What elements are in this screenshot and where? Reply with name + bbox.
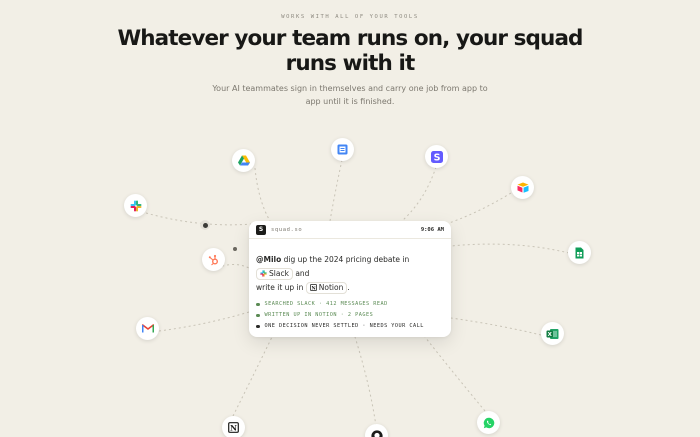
notion-icon: N xyxy=(309,284,317,291)
whatsapp-icon xyxy=(483,417,494,428)
status-dot xyxy=(256,302,260,307)
gmail-icon xyxy=(141,324,154,333)
excel-node[interactable]: X xyxy=(541,322,564,345)
mention[interactable]: @Milo xyxy=(256,255,281,264)
google-sheets-icon xyxy=(575,247,584,258)
slack-icon xyxy=(260,270,267,277)
google-drive-node[interactable] xyxy=(232,149,255,172)
google-calendar-icon xyxy=(337,144,348,155)
stripe-icon: S xyxy=(430,150,443,163)
github-icon xyxy=(370,429,383,437)
squad-logo: S xyxy=(256,224,266,235)
connector-lines xyxy=(145,159,570,427)
connector-line xyxy=(401,166,437,222)
status-text: WRITTEN UP IN NOTION · 2 PAGES xyxy=(264,312,374,318)
connector-line xyxy=(354,336,377,427)
slack-chip-label: Slack xyxy=(269,269,289,278)
connector-line xyxy=(329,159,343,222)
status-dot xyxy=(256,313,260,318)
notion-chip-label: Notion xyxy=(318,283,344,292)
connector-line xyxy=(232,336,273,417)
stripe-node[interactable]: S xyxy=(425,145,448,168)
message-text: and xyxy=(295,269,310,278)
message-text: write it up in xyxy=(256,283,304,292)
status-text: ONE DECISION NEVER SETTLED · NEEDS YOUR … xyxy=(264,323,424,329)
status-item-done: WRITTEN UP IN NOTION · 2 PAGES xyxy=(256,310,444,321)
connector-line xyxy=(254,167,271,222)
status-item-pending[interactable]: ONE DECISION NEVER SETTLED · NEEDS YOUR … xyxy=(256,321,444,332)
notion-icon: N xyxy=(228,422,239,433)
whatsapp-node[interactable] xyxy=(477,411,500,434)
excel-icon: X xyxy=(546,328,559,339)
connector-line xyxy=(450,317,542,336)
gmail-node[interactable] xyxy=(136,317,159,340)
connector-line xyxy=(424,336,486,412)
svg-text:N: N xyxy=(230,424,237,433)
google-calendar-node[interactable] xyxy=(331,138,354,161)
airtable-icon xyxy=(517,182,528,193)
airtable-node[interactable] xyxy=(511,176,534,199)
svg-text:N: N xyxy=(311,285,316,291)
connector-line xyxy=(450,243,570,254)
connector-dot xyxy=(202,222,208,228)
google-drive-icon xyxy=(237,155,250,166)
notion-chip[interactable]: N Notion xyxy=(305,282,348,294)
status-text: SEARCHED SLACK · 412 MESSAGES READ xyxy=(264,301,388,307)
notion-node[interactable]: N xyxy=(222,416,245,437)
hubspot-node[interactable] xyxy=(202,248,225,271)
message-text: dig up the 2024 pricing debate in xyxy=(283,255,410,264)
connector-line xyxy=(145,212,253,226)
slack-node[interactable] xyxy=(124,194,147,217)
status-dot xyxy=(256,324,260,329)
connector-line xyxy=(158,311,250,332)
svg-text:S: S xyxy=(433,152,440,162)
slack-icon xyxy=(130,200,141,211)
card-message: @Milo dig up the 2024 pricing debate in … xyxy=(249,239,451,295)
card-time: 9:06 AM xyxy=(420,226,444,233)
google-sheets-node[interactable] xyxy=(568,241,591,264)
task-card: S squad.so 9:06 AM @Milo dig up the 2024… xyxy=(249,221,451,337)
status-item-done: SEARCHED SLACK · 412 MESSAGES READ xyxy=(256,299,444,310)
card-header: S squad.so 9:06 AM xyxy=(249,221,451,239)
slack-chip[interactable]: Slack xyxy=(256,268,293,280)
card-domain: squad.so xyxy=(271,226,303,233)
message-text: . xyxy=(347,283,350,292)
status-list: SEARCHED SLACK · 412 MESSAGES READ WRITT… xyxy=(249,295,451,332)
connector-dot xyxy=(233,247,237,251)
hubspot-icon xyxy=(208,254,218,265)
connector-line xyxy=(439,192,512,227)
